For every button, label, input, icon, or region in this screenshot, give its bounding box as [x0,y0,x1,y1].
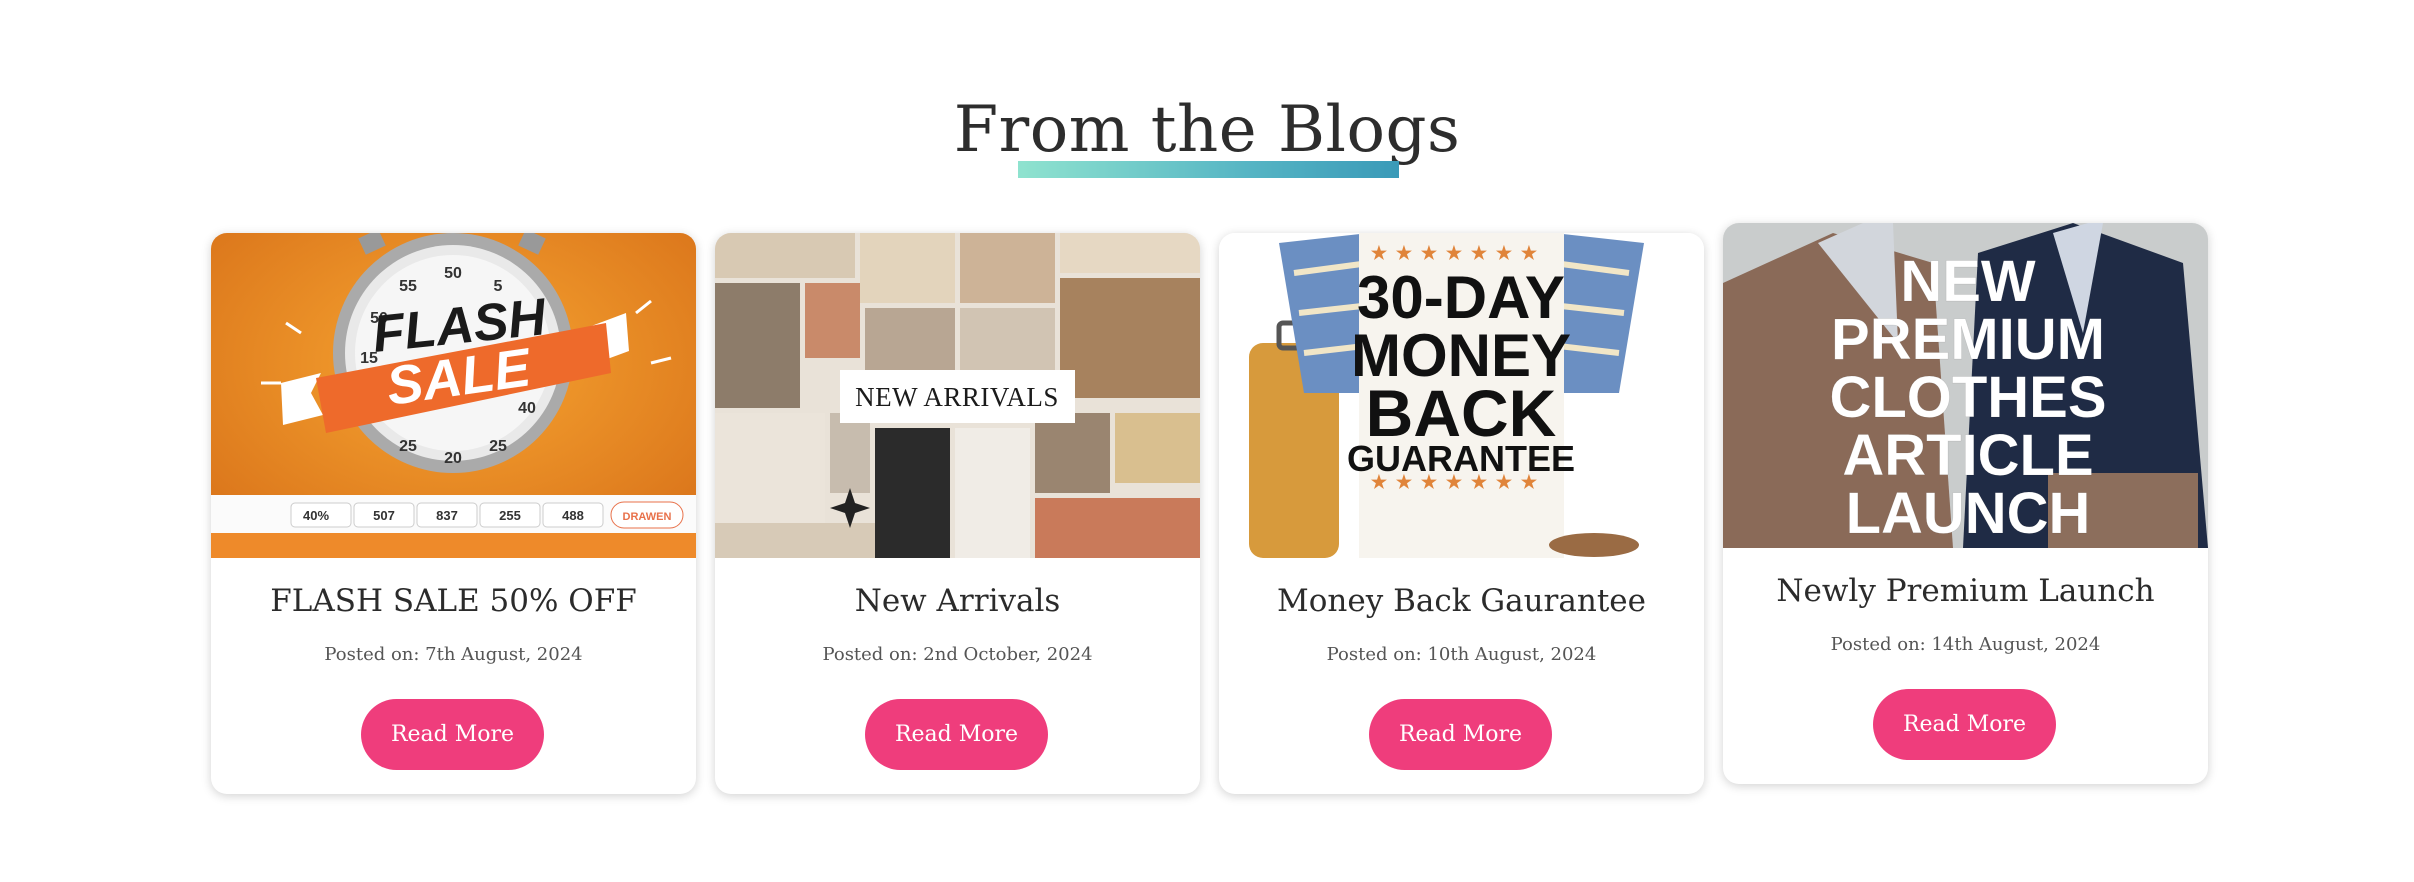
svg-text:★: ★ [1446,243,1463,263]
image-text-line: ARTICLE [1842,423,2093,488]
blog-date: Posted on: 2nd October, 2024 [822,644,1093,665]
strip-value: 488 [562,508,584,523]
dial-label: 25 [399,438,417,455]
image-text-line: 30-DAY [1357,264,1565,331]
dial-label: 50 [444,265,462,282]
blog-image-money-back[interactable]: ★ ★ ★ ★ ★ ★ ★ ★ ★ ★ ★ ★ ★ ★ 30-DAY MONEY BACK GUAR… [1219,233,1704,558]
svg-text:★: ★ [1471,243,1488,263]
blog-title[interactable]: Newly Premium Launch [1723,573,2208,609]
title-underline [1018,161,1399,178]
svg-text:★: ★ [1496,243,1513,263]
image-text-new-arrivals: NEW ARRIVALS [855,382,1059,412]
blog-image-new-arrivals[interactable]: NEW ARRIVALS [715,233,1200,558]
blog-card-money-back[interactable]: ★ ★ ★ ★ ★ ★ ★ ★ ★ ★ ★ ★ ★ ★ 30-DAY MONEY BACK GUAR… [1219,233,1704,794]
read-more-button[interactable]: Read More [1873,689,2056,760]
blog-card-premium-launch[interactable]: NEW PREMIUM CLOTHES ARTICLE LAUNCH Newly… [1723,223,2208,784]
blog-card-flash-sale[interactable]: 55 50 5 50 15 40 25 20 25 FLASH SALE 40%… [211,233,696,794]
section-title: From the Blogs [953,93,1461,168]
svg-text:★: ★ [1521,243,1538,263]
strip-value: 837 [436,508,458,523]
blog-date: Posted on: 14th August, 2024 [1830,634,2101,655]
strip-value: 507 [373,508,395,523]
dial-label: 40 [518,400,536,417]
strip-value: 255 [499,508,521,523]
image-text-line: LAUNCH [1846,481,2091,546]
svg-text:★: ★ [1396,243,1413,263]
image-text-line: PREMIUM [1831,307,2105,372]
image-text-line: GUARANTEE [1347,438,1575,479]
blog-title[interactable]: FLASH SALE 50% OFF [211,583,696,619]
strip-value: DRAWEN [623,511,672,523]
blog-title[interactable]: New Arrivals [715,583,1200,619]
image-text-line: NEW [1900,249,2036,314]
blog-image-premium-launch[interactable]: NEW PREMIUM CLOTHES ARTICLE LAUNCH [1723,223,2208,548]
dial-label: 25 [489,438,507,455]
svg-text:★: ★ [1421,243,1438,263]
image-text-line: CLOTHES [1829,365,2106,430]
strip-value: 40% [303,508,329,523]
svg-text:★: ★ [1371,243,1388,263]
dial-label: 20 [444,450,462,467]
blog-image-flash-sale[interactable]: 55 50 5 50 15 40 25 20 25 FLASH SALE 40%… [211,233,696,558]
blog-title[interactable]: Money Back Gaurantee [1219,583,1704,619]
blog-date: Posted on: 7th August, 2024 [324,644,583,665]
dial-label: 55 [399,278,417,295]
blogs-section: From the Blogs 55 50 5 50 15 40 25 20 25… [0,0,2414,882]
blog-date: Posted on: 10th August, 2024 [1326,644,1597,665]
read-more-button[interactable]: Read More [1369,699,1552,770]
read-more-button[interactable]: Read More [361,699,544,770]
blog-card-new-arrivals[interactable]: NEW ARRIVALS New Arrivals Posted on: 2nd… [715,233,1200,794]
read-more-button[interactable]: Read More [865,699,1048,770]
